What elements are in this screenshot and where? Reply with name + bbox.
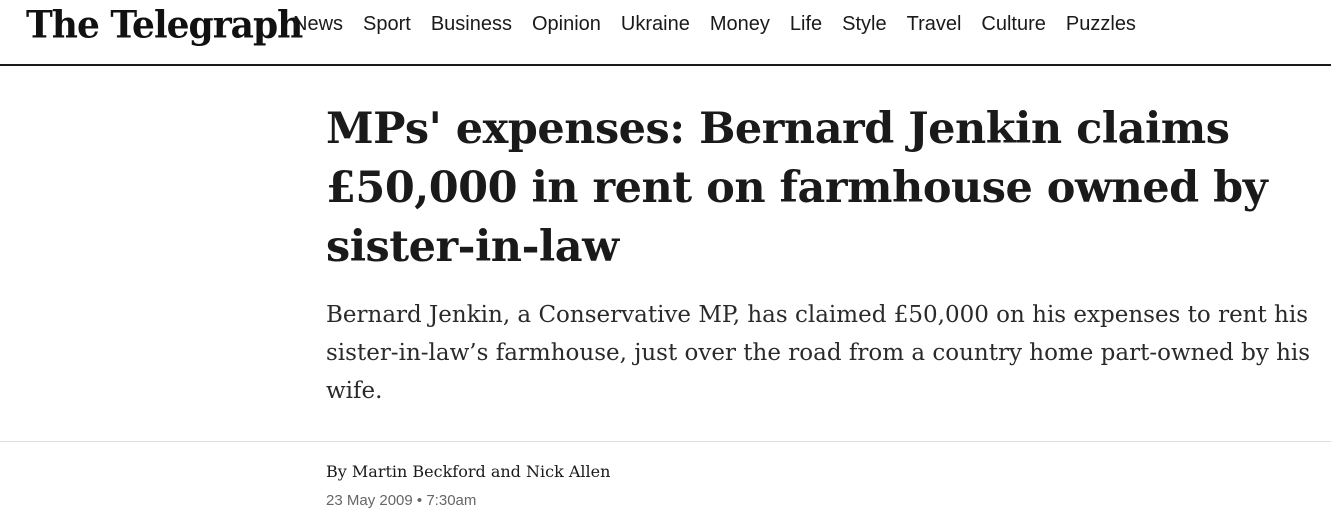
author-link-nick-allen[interactable]: Nick Allen <box>526 462 610 481</box>
article-page: The Telegraph News Sport Business Opinio… <box>0 0 1331 524</box>
nav-item-sport[interactable]: Sport <box>363 12 411 36</box>
nav-item-money[interactable]: Money <box>710 12 770 36</box>
nav-item-opinion[interactable]: Opinion <box>532 12 601 36</box>
nav-item-life[interactable]: Life <box>790 12 822 36</box>
date-separator: • <box>416 492 423 509</box>
author-link-martin-beckford[interactable]: Martin Beckford <box>352 462 486 481</box>
nav-item-business[interactable]: Business <box>431 12 512 36</box>
section-divider <box>0 441 1331 442</box>
site-header: The Telegraph News Sport Business Opinio… <box>0 0 1331 66</box>
nav-item-culture[interactable]: Culture <box>981 12 1045 36</box>
byline-prefix: By <box>326 462 347 481</box>
publish-date: 23 May 2009 <box>326 492 413 509</box>
main-nav: News Sport Business Opinion Ukraine Mone… <box>293 12 1156 36</box>
publish-time: 7:30am <box>426 492 477 509</box>
telegraph-logo[interactable]: The Telegraph <box>26 2 303 48</box>
nav-item-ukraine[interactable]: Ukraine <box>621 12 690 36</box>
byline-joiner: and <box>490 462 521 481</box>
nav-item-puzzles[interactable]: Puzzles <box>1066 12 1136 36</box>
nav-item-travel[interactable]: Travel <box>907 12 962 36</box>
article-standfirst: Bernard Jenkin, a Conservative MP, has c… <box>326 302 1311 404</box>
article-headline: MPs' expenses: Bernard Jenkin claims £50… <box>326 104 1268 272</box>
nav-item-style[interactable]: Style <box>842 12 886 36</box>
publish-dateline: 23 May 2009 • 7:30am <box>326 491 476 511</box>
byline: By Martin Beckford and Nick Allen <box>326 461 610 483</box>
nav-item-news[interactable]: News <box>293 12 343 36</box>
